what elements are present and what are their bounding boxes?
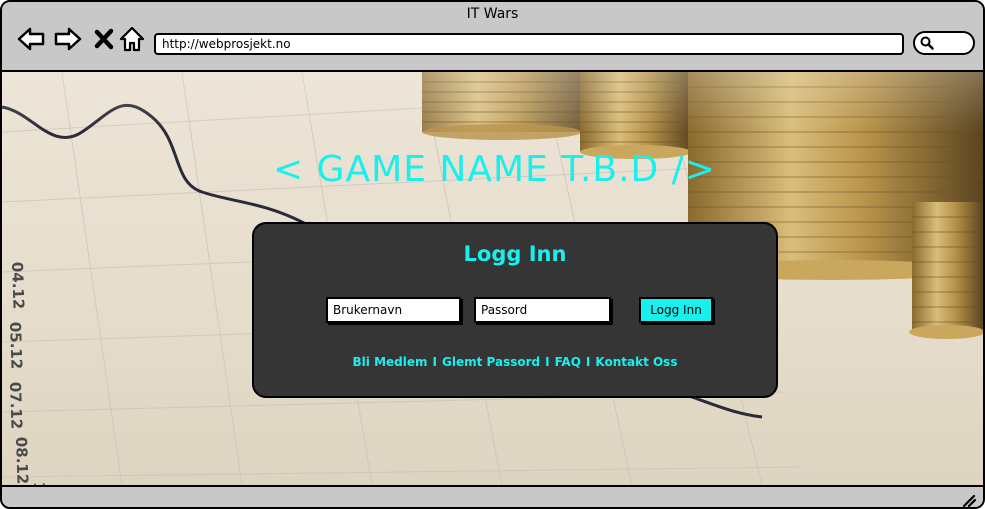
- close-icon[interactable]: [90, 24, 120, 54]
- browser-window: IT Wars http://webprosjekt.no 04.12 05.1…: [0, 0, 985, 509]
- username-input[interactable]: Brukernavn: [326, 297, 461, 323]
- svg-text:04.12: 04.12: [8, 262, 28, 310]
- status-bar: [2, 485, 983, 507]
- login-heading: Logg Inn: [463, 242, 567, 266]
- footer-links: Bli Medlem I Glemt Passord I FAQ I Kontakt Oss: [254, 355, 776, 369]
- link-kontakt-oss[interactable]: Kontakt Oss: [595, 355, 677, 369]
- svg-text:08.12: 08.12: [12, 437, 32, 485]
- back-arrow-icon[interactable]: [16, 24, 46, 54]
- link-bli-medlem[interactable]: Bli Medlem: [353, 355, 428, 369]
- window-title: IT Wars: [466, 6, 519, 22]
- login-button[interactable]: Logg Inn: [639, 297, 713, 323]
- address-bar[interactable]: http://webprosjekt.no: [154, 33, 904, 55]
- home-icon[interactable]: [117, 24, 147, 54]
- password-input[interactable]: Passord: [474, 297, 611, 323]
- forward-arrow-icon[interactable]: [53, 24, 83, 54]
- link-separator: I: [545, 355, 550, 369]
- svg-text:07.12: 07.12: [6, 382, 26, 430]
- game-title: < GAME NAME T.B.D />: [273, 149, 716, 190]
- search-field[interactable]: [913, 31, 975, 55]
- resize-grip-icon[interactable]: [961, 493, 977, 507]
- title-bar: IT Wars http://webprosjekt.no: [2, 2, 983, 72]
- page-viewport: 04.12 05.12 07.12 08.12 11.12: [2, 72, 983, 485]
- link-glemt-passord[interactable]: Glemt Passord: [442, 355, 540, 369]
- link-faq[interactable]: FAQ: [555, 355, 581, 369]
- search-icon: [920, 36, 934, 50]
- login-panel: Logg Inn Brukernavn Passord Logg Inn Bli…: [252, 222, 778, 398]
- svg-text:05.12: 05.12: [6, 322, 26, 370]
- link-separator: I: [585, 355, 591, 369]
- link-separator: I: [432, 355, 437, 369]
